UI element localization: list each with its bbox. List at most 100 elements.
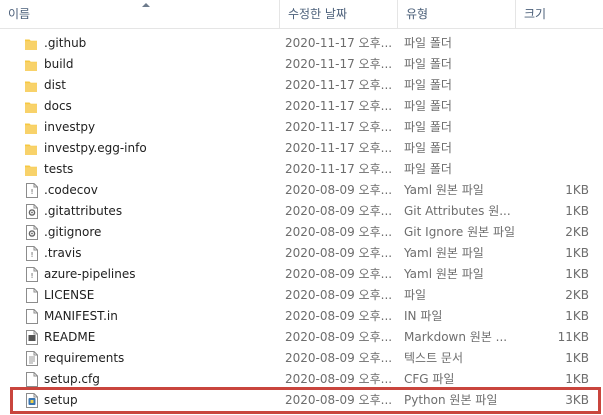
file-date-modified: 2020-11-17 오후... bbox=[285, 78, 393, 92]
file-date-modified: 2020-08-09 오후... bbox=[285, 225, 393, 239]
file-date-modified: 2020-11-17 오후... bbox=[285, 36, 393, 50]
file-date-modified: 2020-11-17 오후... bbox=[285, 99, 393, 113]
svg-text:!: ! bbox=[31, 251, 34, 259]
file-date-modified: 2020-08-09 오후... bbox=[285, 204, 393, 218]
file-date-modified: 2020-08-09 오후... bbox=[285, 309, 393, 323]
file-date-modified: 2020-11-17 오후... bbox=[285, 57, 393, 71]
file-date-modified: 2020-08-09 오후... bbox=[285, 330, 393, 344]
gear-file-icon bbox=[24, 222, 40, 243]
file-size: 1KB bbox=[565, 309, 589, 323]
file-size bbox=[515, 75, 589, 96]
file-size bbox=[515, 54, 589, 75]
file-name: .github bbox=[44, 36, 87, 50]
file-name: setup.cfg bbox=[44, 372, 100, 386]
yaml-file-icon: ! bbox=[24, 180, 40, 201]
file-name: requirements bbox=[44, 351, 125, 365]
file-name: investpy.egg-info bbox=[44, 141, 147, 155]
file-row[interactable]: investpy 2020-11-17 오후... 파일 폴더 bbox=[0, 117, 603, 138]
column-header-type[interactable]: 유형 bbox=[397, 0, 515, 28]
column-header-date-modified[interactable]: 수정한 날짜 bbox=[279, 0, 397, 28]
file-row[interactable]: README 2020-08-09 오후... Markdown 원본 ... 11K… bbox=[0, 327, 603, 348]
file-date-modified: 2020-11-17 오후... bbox=[285, 141, 393, 155]
file-size bbox=[515, 138, 589, 159]
file-type: Yaml 원본 파일 bbox=[404, 246, 484, 260]
file-name: setup bbox=[44, 393, 78, 407]
file-name: .codecov bbox=[44, 183, 98, 197]
file-name: tests bbox=[44, 162, 74, 176]
file-size: 3KB bbox=[565, 393, 589, 407]
file-size: 11KB bbox=[557, 330, 589, 344]
file-date-modified: 2020-08-09 오후... bbox=[285, 183, 393, 197]
file-size: 1KB bbox=[565, 351, 589, 365]
folder-icon bbox=[24, 138, 40, 159]
file-size: 1KB bbox=[565, 372, 589, 386]
file-type: Markdown 원본 ... bbox=[404, 330, 508, 344]
file-date-modified: 2020-08-09 오후... bbox=[285, 288, 393, 302]
file-size bbox=[515, 159, 589, 180]
svg-text:!: ! bbox=[31, 188, 34, 196]
file-size: 2KB bbox=[565, 288, 589, 302]
file-row[interactable]: ! .codecov 2020-08-09 오후... Yaml 원본 파일 1KB bbox=[0, 180, 603, 201]
folder-icon bbox=[24, 75, 40, 96]
blank-file-icon bbox=[24, 285, 40, 306]
file-row[interactable]: investpy.egg-info 2020-11-17 오후... 파일 폴더 bbox=[0, 138, 603, 159]
file-name: .travis bbox=[44, 246, 82, 260]
file-type: 텍스트 문서 bbox=[404, 351, 464, 365]
file-type: 파일 폴더 bbox=[404, 120, 452, 134]
file-size bbox=[515, 33, 589, 54]
file-size bbox=[515, 96, 589, 117]
file-row[interactable]: ! .travis 2020-08-09 오후... Yaml 원본 파일 1KB bbox=[0, 243, 603, 264]
file-date-modified: 2020-11-17 오후... bbox=[285, 120, 393, 134]
file-size: 1KB bbox=[565, 246, 589, 260]
file-date-modified: 2020-08-09 오후... bbox=[285, 267, 393, 281]
svg-text:!: ! bbox=[31, 272, 34, 280]
yaml-file-icon: ! bbox=[24, 243, 40, 264]
file-type: Git Ignore 원본 파일 bbox=[404, 225, 514, 239]
file-row[interactable]: .gitattributes 2020-08-09 오후... Git Attrib… bbox=[0, 201, 603, 222]
text-file-icon bbox=[24, 348, 40, 369]
yaml-file-icon: ! bbox=[24, 264, 40, 285]
file-type: 파일 폴더 bbox=[404, 78, 452, 92]
file-name: .gitattributes bbox=[44, 204, 123, 218]
folder-icon bbox=[24, 54, 40, 75]
file-size: 1KB bbox=[565, 183, 589, 197]
file-type: 파일 폴더 bbox=[404, 99, 452, 113]
file-row[interactable]: setup.cfg 2020-08-09 오후... CFG 파일 1KB bbox=[0, 369, 603, 390]
column-header-bar: 이름 수정한 날짜 유형 크기 bbox=[0, 0, 603, 29]
file-type: IN 파일 bbox=[404, 309, 443, 323]
file-row[interactable]: LICENSE 2020-08-09 오후... 파일 2KB bbox=[0, 285, 603, 306]
file-date-modified: 2020-08-09 오후... bbox=[285, 246, 393, 260]
file-type: Yaml 원본 파일 bbox=[404, 183, 484, 197]
file-size bbox=[515, 117, 589, 138]
file-row[interactable]: requirements 2020-08-09 오후... 텍스트 문서 1KB bbox=[0, 348, 603, 369]
file-explorer: 이름 수정한 날짜 유형 크기 .github 2020-11-17 오후... 파… bbox=[0, 0, 603, 415]
markdown-file-icon bbox=[24, 327, 40, 348]
folder-icon bbox=[24, 33, 40, 54]
column-header-name[interactable]: 이름 bbox=[0, 0, 279, 28]
file-name: MANIFEST.in bbox=[44, 309, 118, 323]
file-type: 파일 폴더 bbox=[404, 57, 452, 71]
file-type: Git Attributes 원... bbox=[404, 204, 511, 218]
file-row[interactable]: docs 2020-11-17 오후... 파일 폴더 bbox=[0, 96, 603, 117]
file-row[interactable]: ! azure-pipelines 2020-08-09 오후... Yaml 원본 … bbox=[0, 264, 603, 285]
python-file-icon bbox=[24, 390, 40, 411]
file-row[interactable]: .github 2020-11-17 오후... 파일 폴더 bbox=[0, 33, 603, 54]
file-size: 2KB bbox=[565, 225, 589, 239]
file-row[interactable]: .gitignore 2020-08-09 오후... Git Ignore 원본 … bbox=[0, 222, 603, 243]
file-row[interactable]: dist 2020-11-17 오후... 파일 폴더 bbox=[0, 75, 603, 96]
file-date-modified: 2020-08-09 오후... bbox=[285, 393, 393, 407]
file-list: .github 2020-11-17 오후... 파일 폴더 build 2020-11… bbox=[0, 33, 603, 411]
file-type: 파일 bbox=[404, 288, 427, 302]
file-name: docs bbox=[44, 99, 72, 113]
file-name: dist bbox=[44, 78, 66, 92]
column-header-size[interactable]: 크기 bbox=[515, 0, 603, 28]
file-name: azure-pipelines bbox=[44, 267, 136, 281]
file-row[interactable]: setup 2020-08-09 오후... Python 원본 파일 3KB bbox=[0, 390, 603, 411]
file-type: Python 원본 파일 bbox=[404, 393, 498, 407]
file-row[interactable]: MANIFEST.in 2020-08-09 오후... IN 파일 1KB bbox=[0, 306, 603, 327]
file-name: .gitignore bbox=[44, 225, 102, 239]
file-row[interactable]: build 2020-11-17 오후... 파일 폴더 bbox=[0, 54, 603, 75]
file-row[interactable]: tests 2020-11-17 오후... 파일 폴더 bbox=[0, 159, 603, 180]
gear-file-icon bbox=[24, 201, 40, 222]
folder-icon bbox=[24, 159, 40, 180]
